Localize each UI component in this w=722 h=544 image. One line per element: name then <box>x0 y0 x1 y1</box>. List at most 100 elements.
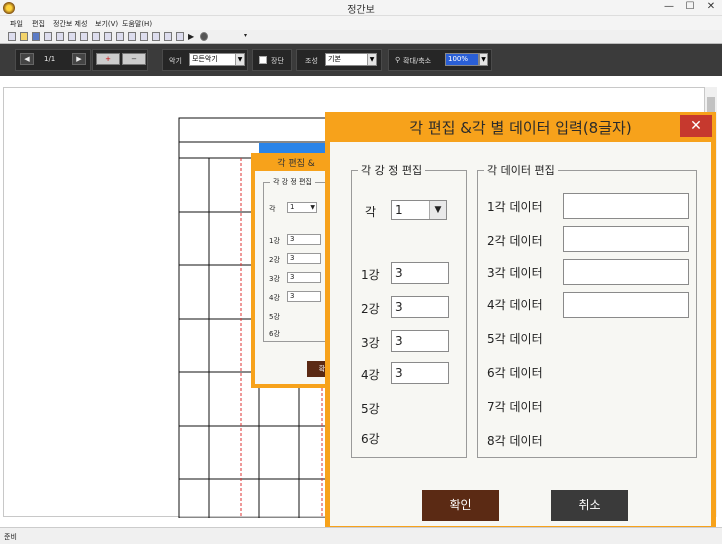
jangdan-checkbox[interactable] <box>259 56 267 64</box>
cancel-button[interactable]: 취소 <box>551 490 628 521</box>
page-indicator: 1/1 <box>44 55 56 63</box>
menu-edit[interactable]: 편집 <box>32 19 45 29</box>
gak-data-label: 3각 데이터 <box>487 266 543 280</box>
export-icon[interactable] <box>176 32 184 41</box>
ok-button[interactable]: 확인 <box>422 490 499 521</box>
delete-icon[interactable] <box>152 32 160 41</box>
gak-edit-dialog: 각 편집 &각 별 데이터 입력(8글자) ✕ 각 강 정 편집 각 1 ▼ 1강… <box>325 112 716 531</box>
gak-data-label: 8각 데이터 <box>487 434 543 448</box>
window-title: 정간보 <box>347 5 375 16</box>
paste-icon[interactable] <box>104 32 112 41</box>
help-icon[interactable] <box>200 32 208 41</box>
dialog-title: 각 편집 &각 별 데이터 입력(8글자) <box>409 119 632 137</box>
chevron-down-icon: ▼ <box>480 54 487 65</box>
dialog-body: 각 강 정 편집 각 1 ▼ 1강 3 2강 3 3강 3 4강 3 5강 6강 … <box>330 142 711 526</box>
zoom-select[interactable]: 100% <box>445 53 479 66</box>
chevron-down-icon: ▼ <box>367 54 376 65</box>
zoom-dropdown[interactable]: ▼ <box>479 53 488 66</box>
open-folder-icon[interactable] <box>20 32 28 41</box>
background-gak-value: 1 <box>290 203 295 211</box>
gang-label: 6강 <box>361 432 380 446</box>
gak-select[interactable]: 1 ▼ <box>391 200 447 220</box>
copy-icon[interactable] <box>92 32 100 41</box>
background-gang-label: 6강 <box>269 330 280 338</box>
status-bar: 준비 <box>0 527 722 544</box>
background-gang-label: 5강 <box>269 313 280 321</box>
background-gang-input[interactable]: 3 <box>287 253 321 264</box>
status-text: 준비 <box>4 533 17 541</box>
format-toolbar: ◀ 1/1 ▶ + − 악기 모든악기 ▼ 장단 조성 기본 ▼ ⚲ 확대/축소 1… <box>0 44 722 76</box>
gak-data-input[interactable] <box>563 226 689 252</box>
minimize-button[interactable]: — <box>662 1 676 12</box>
new-file-icon[interactable] <box>8 32 16 41</box>
title-bar: 정간보 — ☐ ✕ <box>0 0 722 16</box>
play-icon[interactable]: ▶ <box>188 32 196 41</box>
key-group: 조성 기본 ▼ <box>296 49 382 71</box>
zoom-group: ⚲ 확대/축소 100% ▼ <box>388 49 492 71</box>
gak-value: 1 <box>395 203 403 217</box>
undo-icon[interactable] <box>116 32 124 41</box>
toolbar-dropdown-icon[interactable]: ▾ <box>244 32 252 41</box>
gak-data-label: 6각 데이터 <box>487 366 543 380</box>
next-page-button[interactable]: ▶ <box>72 53 86 65</box>
menu-view[interactable]: 보기(V) <box>95 19 118 29</box>
gang-label: 5강 <box>361 402 380 416</box>
menu-help[interactable]: 도움말(H) <box>122 19 152 29</box>
instrument-group: 악기 모든악기 ▼ <box>162 49 248 71</box>
gang-input[interactable]: 3 <box>391 330 449 352</box>
print-preview-icon[interactable] <box>56 32 64 41</box>
close-icon: ✕ <box>690 118 702 134</box>
page-nav-group: ◀ 1/1 ▶ <box>15 49 91 71</box>
gak-data-input[interactable] <box>563 193 689 219</box>
maximize-button[interactable]: ☐ <box>683 1 697 12</box>
cut-icon[interactable] <box>80 32 88 41</box>
grid-icon[interactable] <box>68 32 76 41</box>
gang-label: 2강 <box>361 302 380 316</box>
jangdan-group: 장단 <box>252 49 292 71</box>
save-icon[interactable] <box>32 32 40 41</box>
background-gang-label: 3강 <box>269 275 280 283</box>
gak-data-group-label: 각 데이터 편집 <box>487 164 555 177</box>
background-gang-label: 1강 <box>269 237 280 245</box>
gak-data-input[interactable] <box>563 292 689 318</box>
icon-toolbar: ▶ ▾ <box>0 30 722 44</box>
background-gang-group-label: 각 강 정 편집 <box>273 178 312 186</box>
background-gang-input[interactable]: 3 <box>287 291 321 302</box>
print-icon[interactable] <box>44 32 52 41</box>
chevron-down-icon: ▼ <box>235 54 244 65</box>
chevron-down-icon: ▼ <box>310 204 315 211</box>
gang-input[interactable]: 3 <box>391 296 449 318</box>
key-select[interactable]: 기본 ▼ <box>325 53 377 66</box>
gak-data-input[interactable] <box>563 259 689 285</box>
settings-icon[interactable] <box>164 32 172 41</box>
instrument-label: 악기 <box>169 57 182 65</box>
add-page-button[interactable]: + <box>96 53 120 65</box>
gak-data-label: 7각 데이터 <box>487 400 543 414</box>
background-gang-input[interactable]: 3 <box>287 234 321 245</box>
background-gak-label: 각 <box>269 205 276 213</box>
remove-page-button[interactable]: − <box>122 53 146 65</box>
chevron-down-icon: ▼ <box>429 201 446 219</box>
instrument-select[interactable]: 모든악기 ▼ <box>189 53 245 66</box>
menu-jeonggan-create[interactable]: 정간보 제성 <box>53 19 87 29</box>
gak-data-label: 1각 데이터 <box>487 200 543 214</box>
dialog-close-button[interactable]: ✕ <box>680 115 712 137</box>
background-gang-input[interactable]: 3 <box>287 272 321 283</box>
gak-data-label: 2각 데이터 <box>487 234 543 248</box>
gang-input[interactable]: 3 <box>391 262 449 284</box>
prev-page-button[interactable]: ◀ <box>20 53 34 65</box>
instrument-value: 모든악기 <box>192 55 218 63</box>
background-gak-select[interactable]: 1 ▼ <box>287 202 317 213</box>
close-window-button[interactable]: ✕ <box>704 1 718 12</box>
gak-label: 각 <box>365 205 377 219</box>
redo-icon[interactable] <box>128 32 136 41</box>
background-gang-label: 4강 <box>269 294 280 302</box>
gang-label: 1강 <box>361 268 380 282</box>
insert-icon[interactable] <box>140 32 148 41</box>
gang-input[interactable]: 3 <box>391 362 449 384</box>
gang-label: 4강 <box>361 368 380 382</box>
gak-data-label: 5각 데이터 <box>487 332 543 346</box>
background-gang-label: 2강 <box>269 256 280 264</box>
gak-data-label: 4각 데이터 <box>487 298 543 312</box>
menu-file[interactable]: 파일 <box>10 19 23 29</box>
